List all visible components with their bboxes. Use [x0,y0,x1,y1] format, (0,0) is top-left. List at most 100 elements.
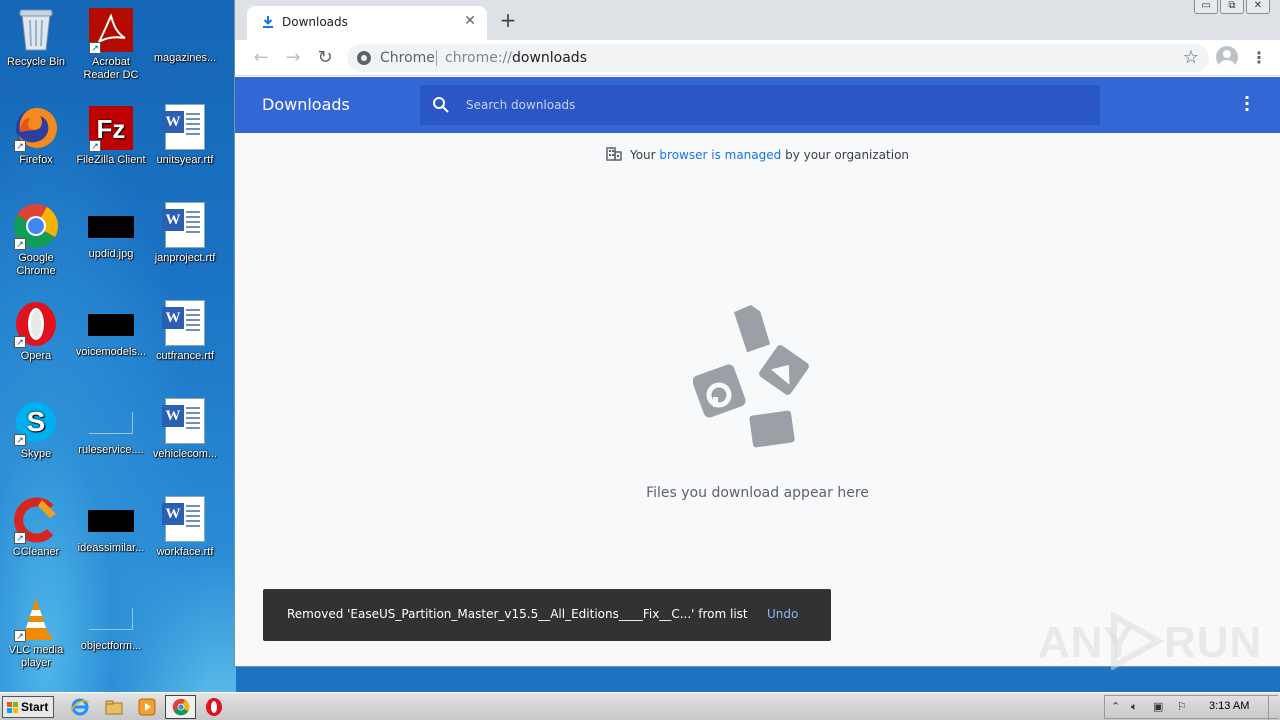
desktop-icon-vlc[interactable]: ↗ VLC media player [0,594,74,670]
recycle-bin-icon [12,6,60,54]
close-window-icon[interactable]: ✕ [1246,0,1270,14]
desktop-icon-opera[interactable]: ↗ Opera [0,300,74,363]
omnibox-chip: Chrome [380,50,435,66]
internet-explorer-icon[interactable] [70,697,90,717]
watermark-right: RUN [1164,618,1263,667]
desktop-icon-unitsyear-rtf[interactable]: W unitsyear.rtf [147,104,223,167]
desktop-icon-label: objectform... [80,640,142,652]
network-icon[interactable]: ▣ [1153,700,1163,713]
desktop-icon-label: Acrobat Reader DC [83,56,139,81]
desktop-icon-label: Recycle Bin [6,56,66,68]
download-icon [263,16,273,28]
omnibox-separator [436,50,437,66]
desktop-icon-cutfrance-rtf[interactable]: W cutfrance.rtf [147,300,223,363]
word-document-icon: W [161,300,209,348]
shortcut-arrow-icon: ↗ [14,140,26,152]
shortcut-arrow-icon: ↗ [14,238,26,250]
desktop-icon-label: janproject.rtf [154,252,216,264]
chrome-icon: ↗ [12,202,60,250]
show-desktop-button[interactable] [1268,696,1278,720]
desktop-icon-label: Firefox [19,154,53,166]
search-input[interactable] [466,95,1066,115]
restore-icon[interactable]: ⧉ [1220,0,1244,14]
desktop-icon-updid-jpg[interactable]: updid.jpg [73,202,149,261]
desktop-icon-skype[interactable]: S ↗ Skype [0,398,74,461]
forward-button[interactable]: → [281,46,305,70]
chrome-menu-icon[interactable]: ⋮ [1249,46,1269,70]
vlc-cone-icon: ↗ [12,594,60,642]
file-thumbnail-icon [163,20,207,42]
show-hidden-icons-icon[interactable]: ⌃ [1111,700,1120,713]
url-scheme: chrome:// [445,50,512,66]
shortcut-arrow-icon: ↗ [14,532,26,544]
video-file-icon [749,405,795,448]
more-actions-icon[interactable]: · · · [1242,90,1252,118]
back-button[interactable]: ← [249,46,273,70]
word-logo-icon: W [162,111,184,133]
word-logo-icon: W [162,307,184,329]
desktop-icon-label: magazines... [153,52,217,64]
desktop-icon-objectform[interactable]: objectform... [73,594,149,653]
desktop-icon-vehiclecom[interactable]: W vehiclecom... [147,398,223,461]
page-title: Downloads [262,95,350,114]
taskbar: Start ⌃ 🔈︎ ▣ ⚐ 3:13 AM [0,692,1280,720]
desktop-icon-workface-rtf[interactable]: W workface.rtf [147,496,223,559]
desktop-icon-label: Opera [20,350,52,362]
address-bar[interactable]: Chrome chrome://downloads ☆ [347,44,1209,72]
play-logo-icon [1111,612,1165,670]
word-document-icon: W [161,202,209,250]
clock[interactable]: 3:13 AM [1209,700,1249,712]
undo-button[interactable]: Undo [767,607,798,621]
svg-text:S: S [27,406,46,437]
taskbar-chrome-active[interactable] [165,695,196,719]
desktop-icon-label: workface.rtf [156,546,214,558]
desktop-icon-acrobat[interactable]: ↗ Acrobat Reader DC [73,6,149,82]
start-label: Start [21,700,49,714]
profile-avatar-icon[interactable] [1216,46,1238,68]
opera-icon[interactable] [204,697,224,717]
desktop-icon-recycle-bin[interactable]: Recycle Bin [0,6,74,69]
empty-state-message: Files you download appear here [646,485,869,501]
desktop-icon-label: updid.jpg [88,248,134,260]
word-document-icon: W [161,496,209,544]
desktop-icon-google-chrome[interactable]: ↗ Google Chrome [0,202,74,278]
minimize-icon[interactable]: ▭ [1194,0,1218,14]
word-logo-icon: W [162,503,184,525]
search-icon [433,97,449,113]
file-explorer-icon[interactable] [104,697,124,717]
start-button[interactable]: Start [2,696,54,718]
desktop-icon-label: voicemodels... [75,346,147,358]
action-center-flag-icon[interactable]: ⚐ [1177,700,1187,713]
desktop-icon-ccleaner[interactable]: ↗ CCleaner [0,496,74,559]
reload-button[interactable]: ↻ [313,46,337,70]
tab-downloads[interactable]: Downloads ✕ [247,6,487,40]
close-tab-icon[interactable]: ✕ [461,12,479,30]
desktop-icon-ruleservice[interactable]: ruleservice.... [73,398,149,457]
shortcut-arrow-icon: ↗ [14,336,26,348]
desktop-icon-firefox[interactable]: ↗ Firefox [0,104,74,167]
managed-suffix: by your organization [781,148,910,162]
downloads-content: Your browser is managed by your organiza… [235,133,1280,666]
media-player-icon[interactable] [137,697,157,717]
tab-title: Downloads [282,15,348,29]
managed-link[interactable]: browser is managed [659,148,781,162]
filezilla-icon: Fz ↗ [87,104,135,152]
desktop-icon-label: unitsyear.rtf [156,154,214,166]
desktop-icon-label: Skype [20,448,52,460]
chrome-window: Downloads ✕ + ▭ ⧉ ✕ ← → ↻ Chrome chrome:… [234,0,1280,667]
desktop-icon-janproject-rtf[interactable]: W janproject.rtf [147,202,223,265]
window-controls: ▭ ⧉ ✕ [1194,0,1270,14]
shortcut-arrow-icon: ↗ [89,140,101,152]
building-icon [606,147,622,161]
desktop-icon-voicemodels[interactable]: voicemodels... [73,300,149,359]
desktop-icon-magazines[interactable]: magazines... [147,6,223,65]
volume-icon[interactable]: 🔈︎ [1131,700,1138,714]
desktop-icon-label: VLC media player [8,644,64,669]
desktop-icon-ideassimilar[interactable]: ideassimilar... [73,496,149,555]
new-tab-button[interactable]: + [497,9,519,31]
search-box[interactable] [420,85,1100,125]
desktop-icon-label: CCleaner [12,546,60,558]
tab-strip: Downloads ✕ + ▭ ⧉ ✕ [235,0,1280,40]
desktop-icon-filezilla[interactable]: Fz ↗ FileZilla Client [73,104,149,167]
bookmark-star-icon[interactable]: ☆ [1183,47,1199,68]
